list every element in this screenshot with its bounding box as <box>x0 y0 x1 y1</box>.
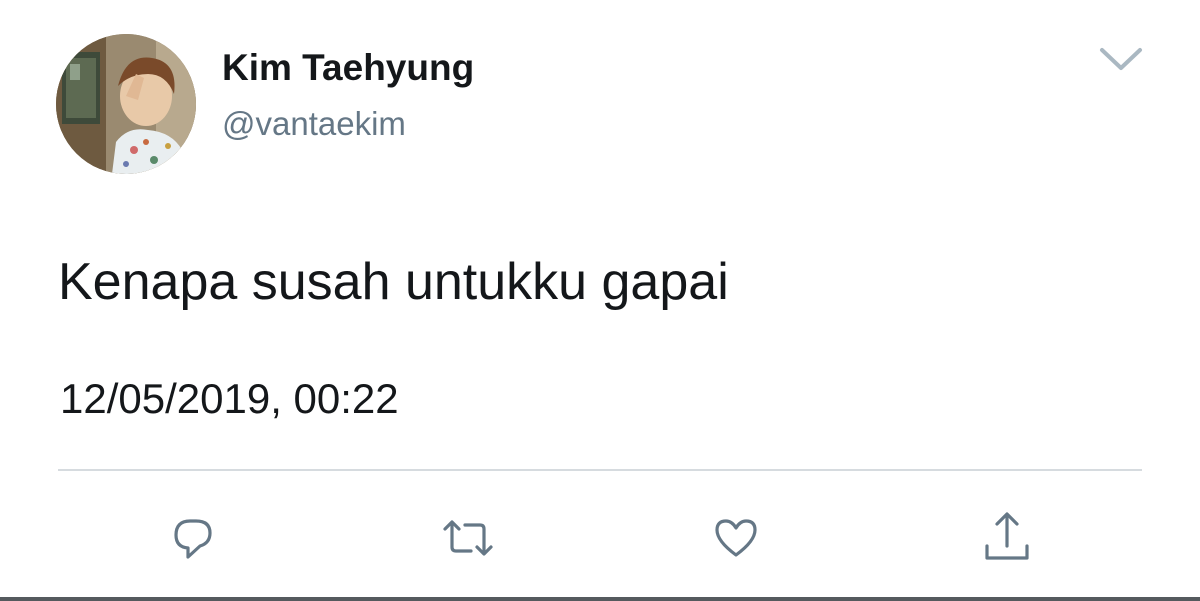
reply-button[interactable] <box>163 508 223 568</box>
author-handle[interactable]: @vantaekim <box>222 104 406 144</box>
retweet-icon <box>439 513 497 563</box>
tweet-text: Kenapa susah untukku gapai <box>58 253 729 311</box>
share-button[interactable] <box>977 508 1037 568</box>
avatar[interactable] <box>56 34 196 174</box>
like-button[interactable] <box>706 508 766 568</box>
reply-icon <box>168 513 218 563</box>
bottom-border <box>0 597 1200 601</box>
share-icon <box>979 510 1035 566</box>
retweet-button[interactable] <box>438 508 498 568</box>
divider <box>58 469 1142 471</box>
chevron-down-icon[interactable] <box>1096 40 1146 76</box>
tweet-timestamp[interactable]: 12/05/2019, 00:22 <box>60 374 399 424</box>
heart-icon <box>711 513 761 563</box>
author-display-name[interactable]: Kim Taehyung <box>222 46 474 90</box>
